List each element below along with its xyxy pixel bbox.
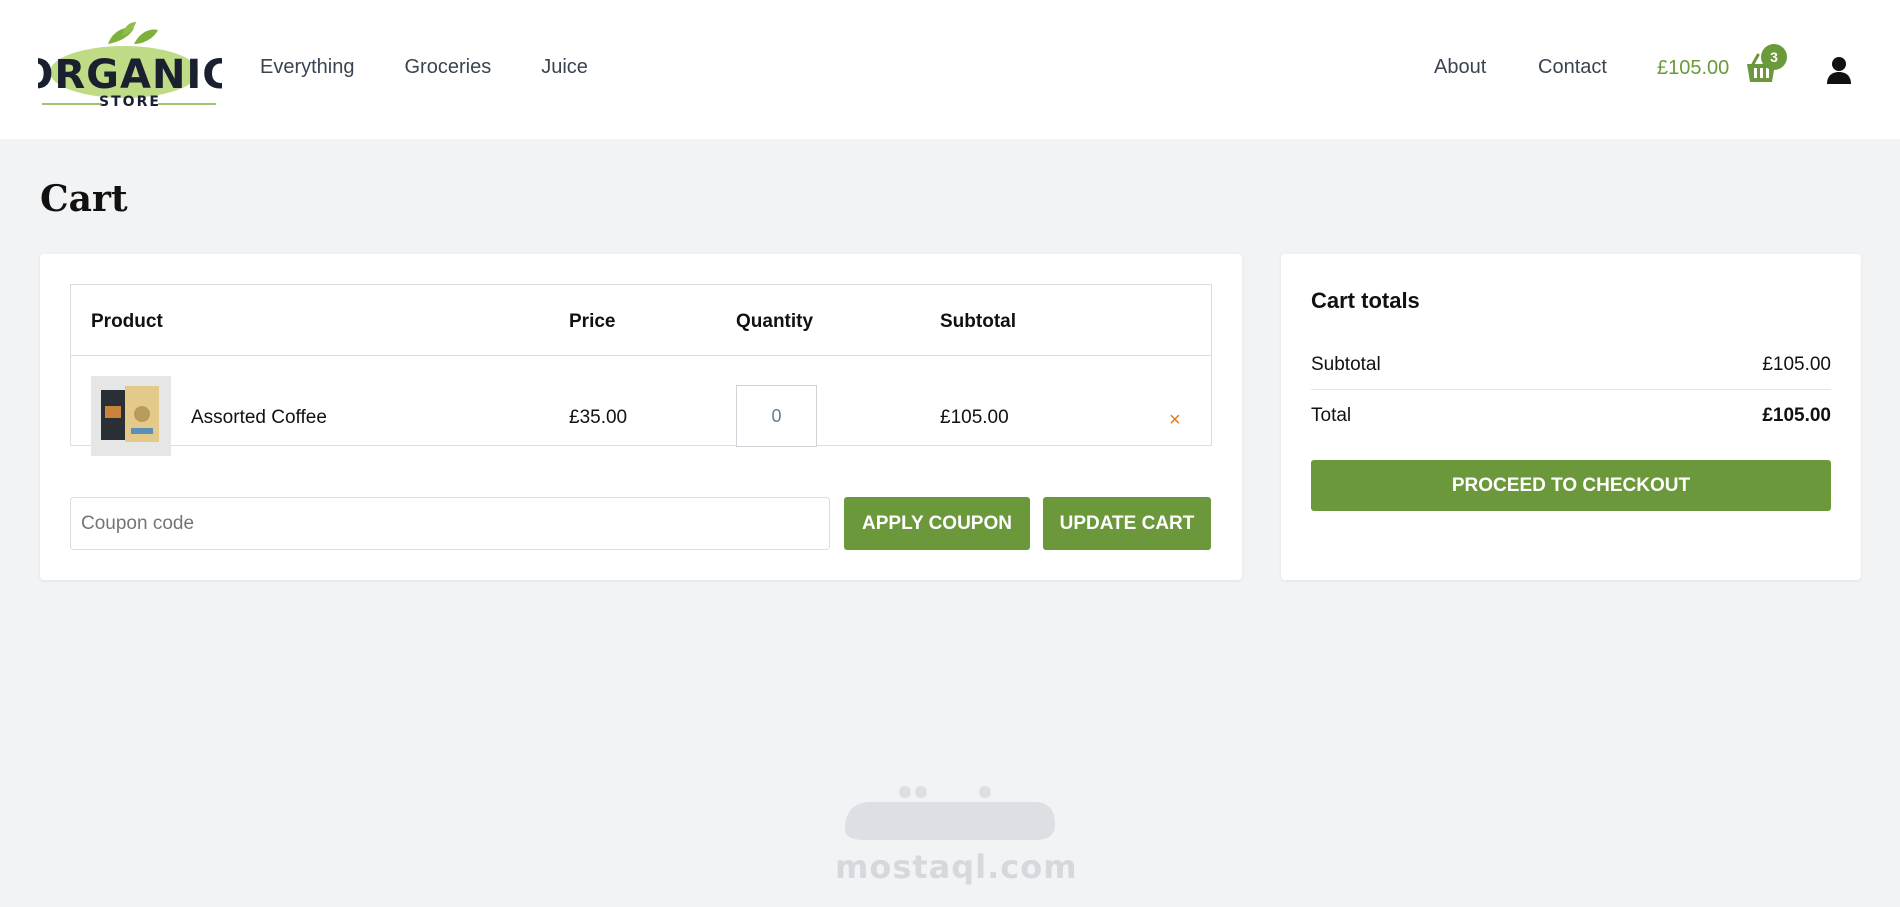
cart-totals-panel: Cart totals Subtotal £105.00 Total £105.… (1281, 254, 1861, 580)
nav-everything[interactable]: Everything (260, 56, 355, 79)
update-cart-button[interactable]: UPDATE CART (1043, 497, 1211, 550)
nav-contact[interactable]: Contact (1538, 56, 1607, 79)
header-subtotal: Subtotal (940, 311, 1016, 332)
nav-groceries[interactable]: Groceries (405, 56, 492, 79)
user-account-icon[interactable] (1824, 55, 1854, 85)
total-label: Total (1311, 405, 1352, 426)
header-price: Price (569, 311, 616, 332)
store-logo[interactable]: ORGANIC STORE (38, 20, 222, 108)
site-header: ORGANIC STORE Everything Groceries Juice… (0, 0, 1900, 139)
svg-text:ORGANIC: ORGANIC (38, 52, 222, 98)
cart-totals-title: Cart totals (1311, 288, 1420, 313)
table-row: Assorted Coffee £35.00 0 £105.00 × (71, 356, 1211, 456)
product-price: £35.00 (569, 407, 628, 428)
coupon-input[interactable] (70, 497, 830, 550)
quantity-input[interactable]: 0 (736, 385, 817, 447)
nav-juice[interactable]: Juice (541, 56, 588, 79)
apply-coupon-button[interactable]: APPLY COUPON (844, 497, 1030, 550)
cart-panel: Product Price Quantity Subtotal Assorted… (40, 254, 1242, 580)
header-quantity: Quantity (736, 311, 814, 332)
subtotal-value: £105.00 (1762, 354, 1831, 375)
page-title: Cart (40, 178, 128, 220)
subtotal-label: Subtotal (1311, 354, 1381, 375)
totals-divider (1311, 389, 1831, 390)
remove-item-icon[interactable]: × (1169, 410, 1181, 430)
total-row: Total £105.00 (1311, 405, 1831, 427)
total-value: £105.00 (1762, 405, 1831, 426)
nav-about[interactable]: About (1434, 56, 1486, 79)
main-nav: Everything Groceries Juice (260, 56, 588, 79)
watermark-text: mostaql.com (835, 848, 1078, 886)
subtotal-row: Subtotal £105.00 (1311, 354, 1831, 376)
proceed-to-checkout-button[interactable]: PROCEED TO CHECKOUT (1311, 460, 1831, 511)
header-cart-amount[interactable]: £105.00 (1657, 57, 1729, 80)
header-product: Product (91, 311, 163, 332)
svg-text:STORE: STORE (99, 94, 161, 108)
product-subtotal: £105.00 (940, 407, 1009, 428)
product-thumbnail[interactable] (91, 376, 171, 456)
cart-table: Product Price Quantity Subtotal Assorted… (70, 284, 1212, 456)
table-header-row: Product Price Quantity Subtotal (71, 285, 1211, 356)
product-name[interactable]: Assorted Coffee (191, 407, 327, 429)
cart-count-badge: 3 (1761, 44, 1787, 70)
